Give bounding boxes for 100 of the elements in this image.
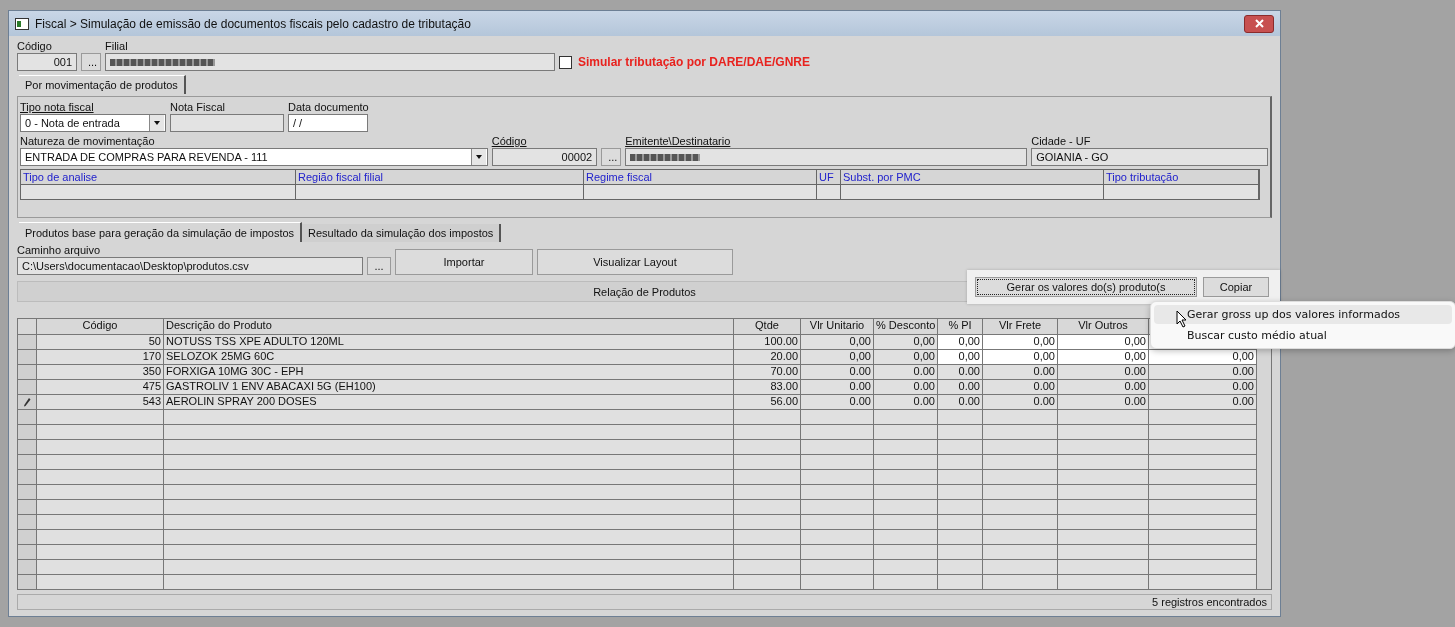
table-cell: 50 — [37, 335, 164, 350]
row-header[interactable] — [18, 395, 37, 410]
view-layout-button[interactable]: Visualizar Layout — [537, 249, 733, 275]
table-cell: 0.00 — [1149, 395, 1257, 410]
field-label: Caminho arquivo — [17, 244, 102, 256]
table-cell — [938, 455, 983, 470]
table-cell: 0,00 — [801, 350, 874, 365]
table-cell: 0,00 — [874, 335, 938, 350]
field-label: Cidade - UF — [1031, 135, 1092, 147]
table-cell: 0.00 — [983, 365, 1058, 380]
table-cell: 0.00 — [1058, 365, 1149, 380]
nature-dropdown[interactable]: ENTRADA DE COMPRAS PARA REVENDA - 111 — [20, 148, 488, 166]
app-icon — [15, 17, 29, 30]
tab[interactable]: Produtos base para geração da simulação de impostos — [19, 222, 303, 242]
redacted-text — [630, 153, 701, 161]
menu-item[interactable]: Gerar gross up dos valores informados — [1154, 305, 1452, 324]
column-header: % Desconto — [874, 319, 938, 335]
table-cell: 0.00 — [1149, 365, 1257, 380]
table-cell — [938, 410, 983, 425]
import-button[interactable]: Importar — [395, 249, 533, 275]
column-header: Vlr Frete — [983, 319, 1058, 335]
table-cell — [734, 425, 801, 440]
table-cell: 350 — [37, 365, 164, 380]
table-cell — [734, 485, 801, 500]
table-cell — [874, 440, 938, 455]
table-cell — [874, 530, 938, 545]
column-header: Descrição do Produto — [164, 319, 734, 335]
column-header: % PI — [938, 319, 983, 335]
table-cell — [874, 425, 938, 440]
table-cell: 20.00 — [734, 350, 801, 365]
table-cell: 0,00 — [874, 350, 938, 365]
tab[interactable]: Resultado da simulação dos impostos — [302, 224, 502, 242]
field-label: Nota Fiscal — [170, 101, 227, 113]
table-cell — [874, 485, 938, 500]
field-label: Filial — [105, 40, 129, 52]
table-cell — [874, 545, 938, 560]
column-header: Região fiscal filial — [296, 170, 584, 185]
column-header: Subst. por PMC — [841, 170, 1104, 185]
table-cell — [874, 410, 938, 425]
code-field[interactable]: 001 — [17, 53, 77, 71]
pencil-icon — [23, 397, 31, 407]
field-label: Natureza de movimentação — [20, 135, 156, 147]
table-cell: FORXIGA 10MG 30C - EPH — [164, 365, 734, 380]
table-cell: 83.00 — [734, 380, 801, 395]
table-cell — [874, 500, 938, 515]
column-header: Tipo tributação — [1104, 170, 1259, 185]
copy-button[interactable]: Copiar — [1203, 277, 1269, 297]
code-field[interactable]: 00002 — [491, 148, 598, 166]
close-icon — [1254, 19, 1264, 28]
lookup-button[interactable]: ... — [81, 53, 101, 71]
lookup-button[interactable]: ... — [601, 148, 622, 166]
table-cell: 0,00 — [1058, 350, 1149, 365]
window-title: Fiscal > Simulação de emissão de documentos fiscais pelo cadastro de tributação — [35, 16, 472, 31]
table-cell — [938, 530, 983, 545]
table-cell: 0,00 — [938, 335, 983, 350]
table-cell: 0.00 — [983, 395, 1058, 410]
invoice-type-dropdown[interactable]: 0 - Nota de entrada — [20, 114, 166, 132]
table-cell — [938, 470, 983, 485]
table-cell: 0.00 — [938, 380, 983, 395]
table-cell: 0.00 — [938, 365, 983, 380]
table-cell: SELOZOK 25MG 60C — [164, 350, 734, 365]
tab[interactable]: Por movimentação de produtos — [19, 75, 186, 94]
browse-button[interactable]: ... — [367, 257, 391, 275]
table-cell: 0.00 — [1058, 395, 1149, 410]
file-path-field[interactable]: C:\Users\documentacao\Desktop\produtos.csv — [17, 257, 363, 275]
invoice-field[interactable] — [170, 114, 284, 132]
close-button[interactable] — [1244, 14, 1274, 33]
table-cell — [734, 410, 801, 425]
table-cell — [938, 545, 983, 560]
mouse-pointer-icon — [1176, 310, 1188, 328]
menu-item[interactable]: Buscar custo médio atual — [1154, 326, 1452, 345]
table-cell — [874, 560, 938, 575]
table-cell: 100.00 — [734, 335, 801, 350]
field-label: Código — [17, 40, 53, 52]
table-cell: GASTROLIV 1 ENV ABACAXI 5G (EH100) — [164, 380, 734, 395]
generate-values-button[interactable]: Gerar os valores do(s) produto(s — [975, 277, 1197, 297]
table-cell: AEROLIN SPRAY 200 DOSES — [164, 395, 734, 410]
table-cell: 0.00 — [1058, 380, 1149, 395]
table-cell: 0,00 — [983, 335, 1058, 350]
table-cell: 543 — [37, 395, 164, 410]
checkbox[interactable] — [559, 56, 572, 69]
field-label: Data documento — [288, 101, 368, 113]
issuer-field[interactable] — [625, 148, 1028, 166]
table-cell: NOTUSS TSS XPE ADULTO 120ML — [164, 335, 734, 350]
table-cell — [938, 485, 983, 500]
status-text: 5 registros encontrados — [1152, 596, 1267, 608]
field-label: Tipo nota fiscal — [20, 101, 95, 113]
table-cell: 0.00 — [1149, 380, 1257, 395]
table-cell — [734, 455, 801, 470]
date-field[interactable]: / / — [288, 114, 368, 132]
table-cell: 0.00 — [801, 395, 874, 410]
table-cell — [734, 500, 801, 515]
table-cell: 0,00 — [801, 335, 874, 350]
column-header: Vlr Outros — [1058, 319, 1149, 335]
branch-field[interactable] — [105, 53, 555, 71]
table-cell: 0.00 — [874, 395, 938, 410]
column-header: Regime fiscal — [584, 170, 817, 185]
table-cell: 0.00 — [801, 365, 874, 380]
field-label: Emitente\Destinatario — [625, 135, 732, 147]
city-field[interactable]: GOIANIA - GO — [1031, 148, 1268, 166]
